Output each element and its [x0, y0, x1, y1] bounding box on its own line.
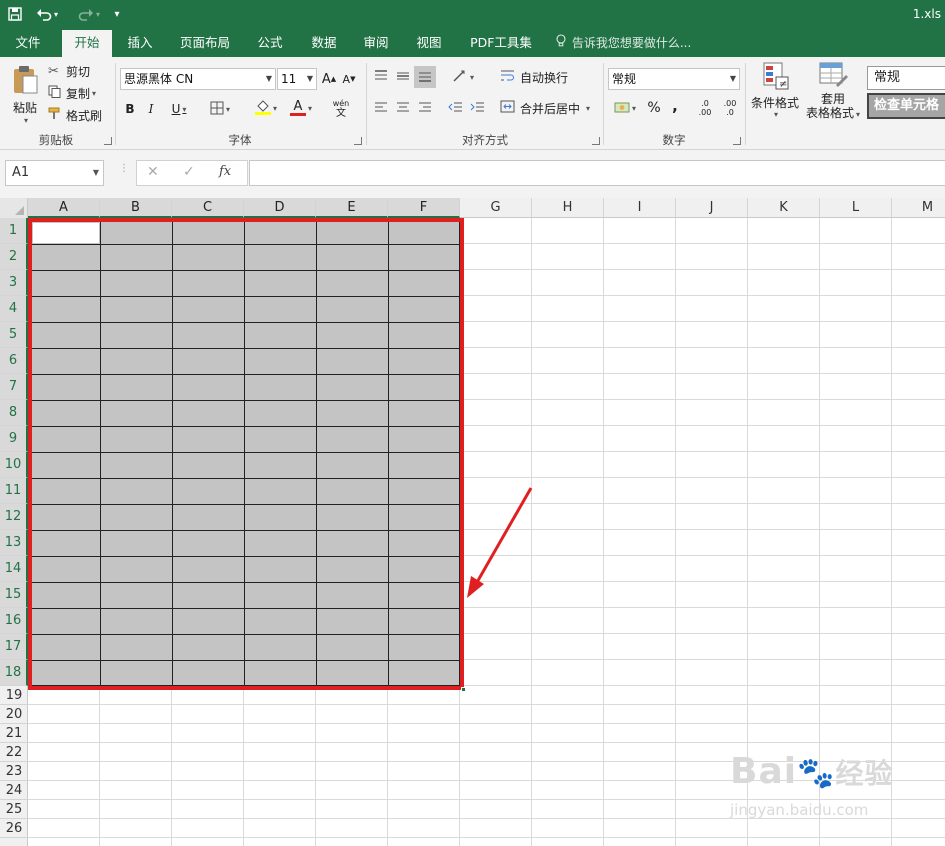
baidu-jingyan-watermark: Bai🐾经验 jingyan.baidu.com	[724, 745, 924, 835]
watermark-brand: Bai	[730, 751, 798, 792]
watermark-url: jingyan.baidu.com	[730, 801, 869, 819]
annotation-arrow	[467, 487, 533, 598]
excel-window: ▾ ▾ ▾ 1.xls 文件 开始 插入 页面布局 公式 数据 审阅 视图 PD…	[0, 0, 945, 846]
watermark-brand-cn: 经验	[835, 757, 894, 790]
paw-icon: 🐾	[797, 756, 836, 791]
